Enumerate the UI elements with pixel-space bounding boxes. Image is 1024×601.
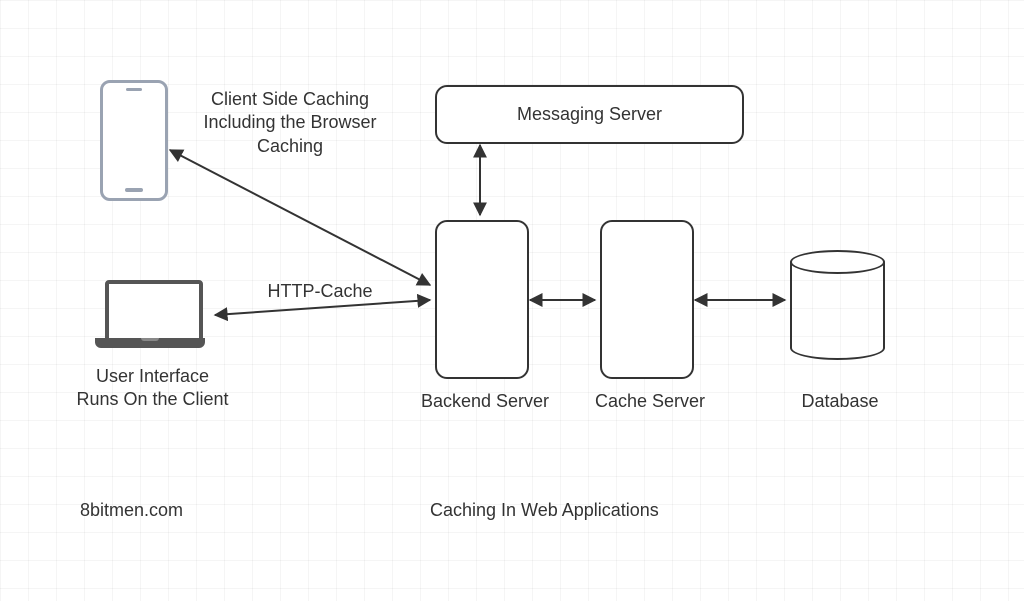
attribution: 8bitmen.com [80,500,183,521]
cache-server-label: Cache Server [590,390,710,413]
database-label: Database [780,390,900,413]
messaging-server-box: Messaging Server [435,85,744,144]
database-icon [790,250,885,360]
laptop-label: User Interface Runs On the Client [65,365,240,412]
diagram-title: Caching In Web Applications [430,500,659,521]
http-cache-label: HTTP-Cache [255,280,385,303]
arrow-phone-backend [170,150,430,285]
phone-icon [100,80,168,201]
backend-server-label: Backend Server [415,390,555,413]
cache-server-box [600,220,694,379]
client-caching-label: Client Side Caching Including the Browse… [185,88,395,158]
diagram-canvas: Client Side Caching Including the Browse… [0,0,1024,601]
laptop-icon [95,280,205,360]
backend-server-box [435,220,529,379]
messaging-server-label: Messaging Server [437,87,742,142]
